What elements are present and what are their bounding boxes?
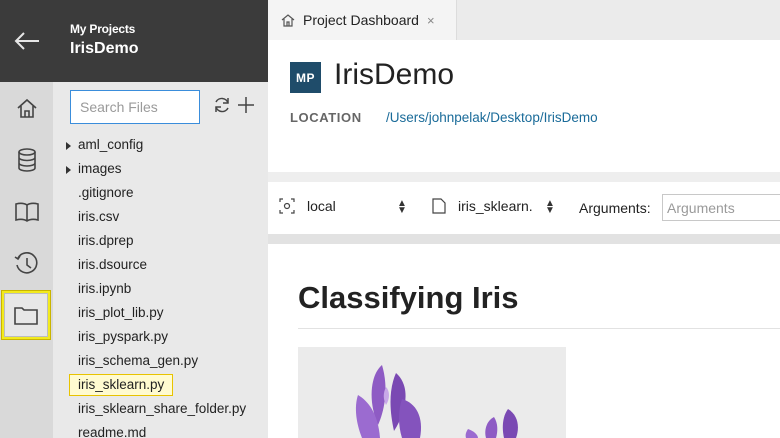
- nav-rail: [0, 0, 53, 438]
- run-script-select[interactable]: iris_sklearn. ▲ ▼: [432, 198, 557, 216]
- tree-file-selected[interactable]: iris_sklearn.py: [53, 374, 268, 398]
- tree-file[interactable]: .gitignore: [53, 182, 268, 206]
- add-icon[interactable]: [237, 96, 255, 114]
- select-arrows-icon: ▲ ▼: [397, 198, 407, 216]
- location-link[interactable]: /Users/johnpelak/Desktop/IrisDemo: [386, 110, 598, 125]
- tree-item-label: .gitignore: [78, 185, 134, 200]
- home-icon: [16, 98, 37, 118]
- compute-target-select[interactable]: local ▲ ▼: [279, 198, 409, 216]
- tree-file[interactable]: iris.dprep: [53, 230, 268, 254]
- page-title: IrisDemo: [334, 58, 455, 91]
- tree-folder-aml-config[interactable]: aml_config: [53, 134, 268, 158]
- tree-item-label: images: [78, 161, 122, 176]
- tree-file[interactable]: readme.md: [53, 422, 268, 438]
- arguments-input[interactable]: [662, 194, 780, 221]
- database-icon: [17, 148, 36, 172]
- tree-item-label: iris_pyspark.py: [78, 329, 169, 344]
- folder-icon: [14, 307, 38, 325]
- tree-item-label: aml_config: [78, 137, 144, 152]
- arguments-label: Arguments:: [579, 200, 651, 216]
- file-icon: [432, 198, 446, 214]
- tree-item-label: iris_schema_gen.py: [78, 353, 199, 368]
- iris-flower-image: [298, 347, 566, 438]
- tree-item-label: iris.dprep: [78, 233, 134, 248]
- home-icon: [281, 14, 295, 27]
- compute-target-value: local: [307, 198, 336, 214]
- tree-item-label: iris.ipynb: [78, 281, 132, 296]
- project-header: My Projects IrisDemo: [53, 0, 268, 82]
- tree-item-label: iris_sklearn_share_folder.py: [78, 401, 247, 416]
- refresh-icon[interactable]: [213, 96, 231, 114]
- history-icon: [14, 252, 37, 274]
- tree-file[interactable]: iris_plot_lib.py: [53, 302, 268, 326]
- tree-file[interactable]: iris.csv: [53, 206, 268, 230]
- nav-history-button[interactable]: [0, 238, 53, 290]
- tab-label: Project Dashboard: [303, 12, 419, 28]
- tab-bar: Project Dashboard ×: [268, 0, 780, 40]
- file-panel: My Projects IrisDemo aml_config images .…: [53, 0, 268, 438]
- book-icon: [14, 202, 39, 222]
- tab-project-dashboard[interactable]: Project Dashboard ×: [268, 0, 457, 40]
- file-panel-actions: [213, 96, 255, 114]
- nav-notebooks-button[interactable]: [0, 186, 53, 238]
- tree-folder-images[interactable]: images: [53, 158, 268, 182]
- search-files-input[interactable]: [70, 90, 200, 124]
- tree-item-label: iris.dsource: [78, 257, 148, 272]
- title-divider: [298, 328, 780, 329]
- notebook-title: Classifying Iris: [298, 280, 519, 315]
- iris-flower-illustration: [355, 365, 518, 438]
- project-name: IrisDemo: [70, 40, 139, 57]
- tree-item-label: readme.md: [78, 425, 147, 438]
- run-toolbar: local ▲ ▼ iris_sklearn. ▲ ▼ Arguments:: [268, 182, 780, 234]
- tree-item-label: iris_sklearn.py: [69, 374, 174, 396]
- select-arrows-icon: ▲ ▼: [545, 198, 555, 216]
- nav-data-button[interactable]: [0, 134, 53, 186]
- location-label: LOCATION: [290, 110, 362, 125]
- project-badge: MP: [290, 62, 321, 93]
- divider: [268, 234, 780, 244]
- close-tab-icon[interactable]: ×: [427, 13, 435, 28]
- back-button[interactable]: [0, 0, 53, 82]
- dashboard-header: MP IrisDemo LOCATION /Users/johnpelak/De…: [268, 40, 780, 172]
- file-tree: aml_config images .gitignore iris.csv ir…: [53, 134, 268, 438]
- tree-file[interactable]: iris_schema_gen.py: [53, 350, 268, 374]
- target-icon: [279, 198, 295, 214]
- arrow-left-icon: [14, 32, 39, 50]
- tree-file[interactable]: iris.ipynb: [53, 278, 268, 302]
- divider: [268, 172, 780, 182]
- projects-label[interactable]: My Projects: [70, 22, 135, 36]
- tree-file[interactable]: iris_pyspark.py: [53, 326, 268, 350]
- run-script-value: iris_sklearn.: [458, 198, 533, 214]
- tree-file[interactable]: iris.dsource: [53, 254, 268, 278]
- nav-files-button[interactable]: [1, 290, 51, 340]
- tree-item-label: iris.csv: [78, 209, 120, 224]
- nav-home-button[interactable]: [0, 82, 53, 134]
- notebook-preview: Classifying Iris: [268, 244, 780, 438]
- tree-file[interactable]: iris_sklearn_share_folder.py: [53, 398, 268, 422]
- tree-item-label: iris_plot_lib.py: [78, 305, 164, 320]
